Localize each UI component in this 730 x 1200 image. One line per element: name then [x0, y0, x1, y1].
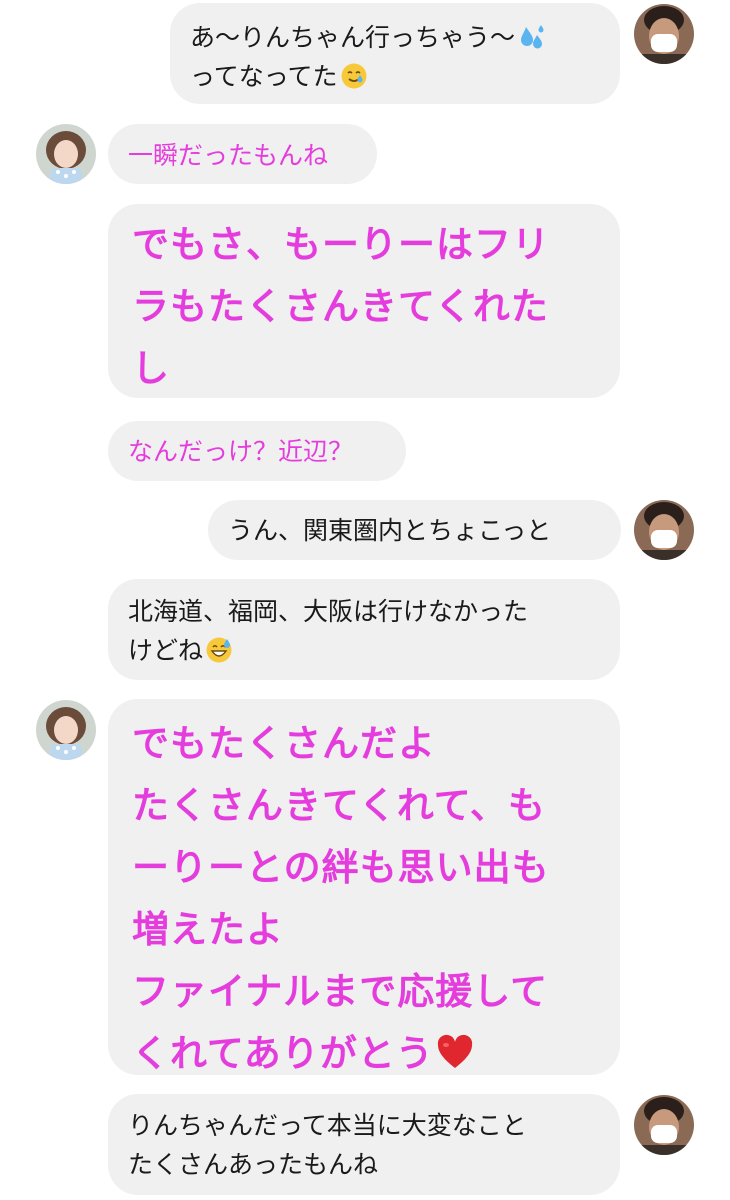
message-text: りんちゃんだって本当に大変なこと たくさんあったもんね — [128, 1111, 527, 1179]
message-bubble-self[interactable]: あ〜りんちゃん行っちゃう〜 ってなってた — [170, 3, 620, 104]
message-bubble-self[interactable]: 北海道、福岡、大阪は行けなかった けどね — [108, 579, 620, 680]
avatar-other[interactable] — [36, 700, 96, 760]
message-bubble-other[interactable]: でもたくさんだよ たくさんきてくれて、も ーりーとの絆も思い出も 増えたよ ファ… — [108, 699, 620, 1075]
message-text-line2: ってなってた — [190, 61, 338, 91]
message-bubble-other[interactable]: でもさ、もーりーはフリ ラもたくさんきてくれた し — [108, 204, 620, 398]
message-bubble-self[interactable]: うん、関東圏内とちょこっと — [208, 500, 621, 560]
avatar-self[interactable] — [634, 500, 694, 560]
avatar-self[interactable] — [634, 4, 694, 64]
message-text: なんだっけ？近辺？ — [128, 437, 354, 466]
message-bubble-other[interactable]: 一瞬だったもんね — [108, 124, 377, 184]
avatar-self[interactable] — [634, 1095, 694, 1155]
avatar-other[interactable] — [36, 124, 96, 184]
message-bubble-self[interactable]: りんちゃんだって本当に大変なこと たくさんあったもんね — [108, 1094, 620, 1195]
grinning-face-with-sweat-emoji-icon — [205, 636, 233, 664]
message-text: あ〜りんちゃん行っちゃう〜 — [190, 23, 516, 52]
message-bubble-other[interactable]: なんだっけ？近辺？ — [108, 421, 406, 481]
red-heart-emoji-icon — [436, 1034, 474, 1072]
chat-thread: あ〜りんちゃん行っちゃう〜 ってなってた 一瞬だったもんね でもさ、もーりーはフ… — [0, 0, 730, 1200]
message-text: でもさ、もーりーはフリ ラもたくさんきてくれた し — [132, 223, 550, 390]
message-text: うん、関東圏内とちょこっと — [228, 516, 552, 545]
message-text: 一瞬だったもんね — [128, 141, 329, 170]
message-text: 北海道、福岡、大阪は行けなかった けどね — [128, 597, 529, 665]
message-text: でもたくさんだよ たくさんきてくれて、も ーりーとの絆も思い出も 増えたよ ファ… — [132, 722, 550, 1075]
smiling-face-with-tear-emoji-icon — [340, 62, 368, 90]
sweat-droplets-emoji-icon — [517, 23, 545, 51]
